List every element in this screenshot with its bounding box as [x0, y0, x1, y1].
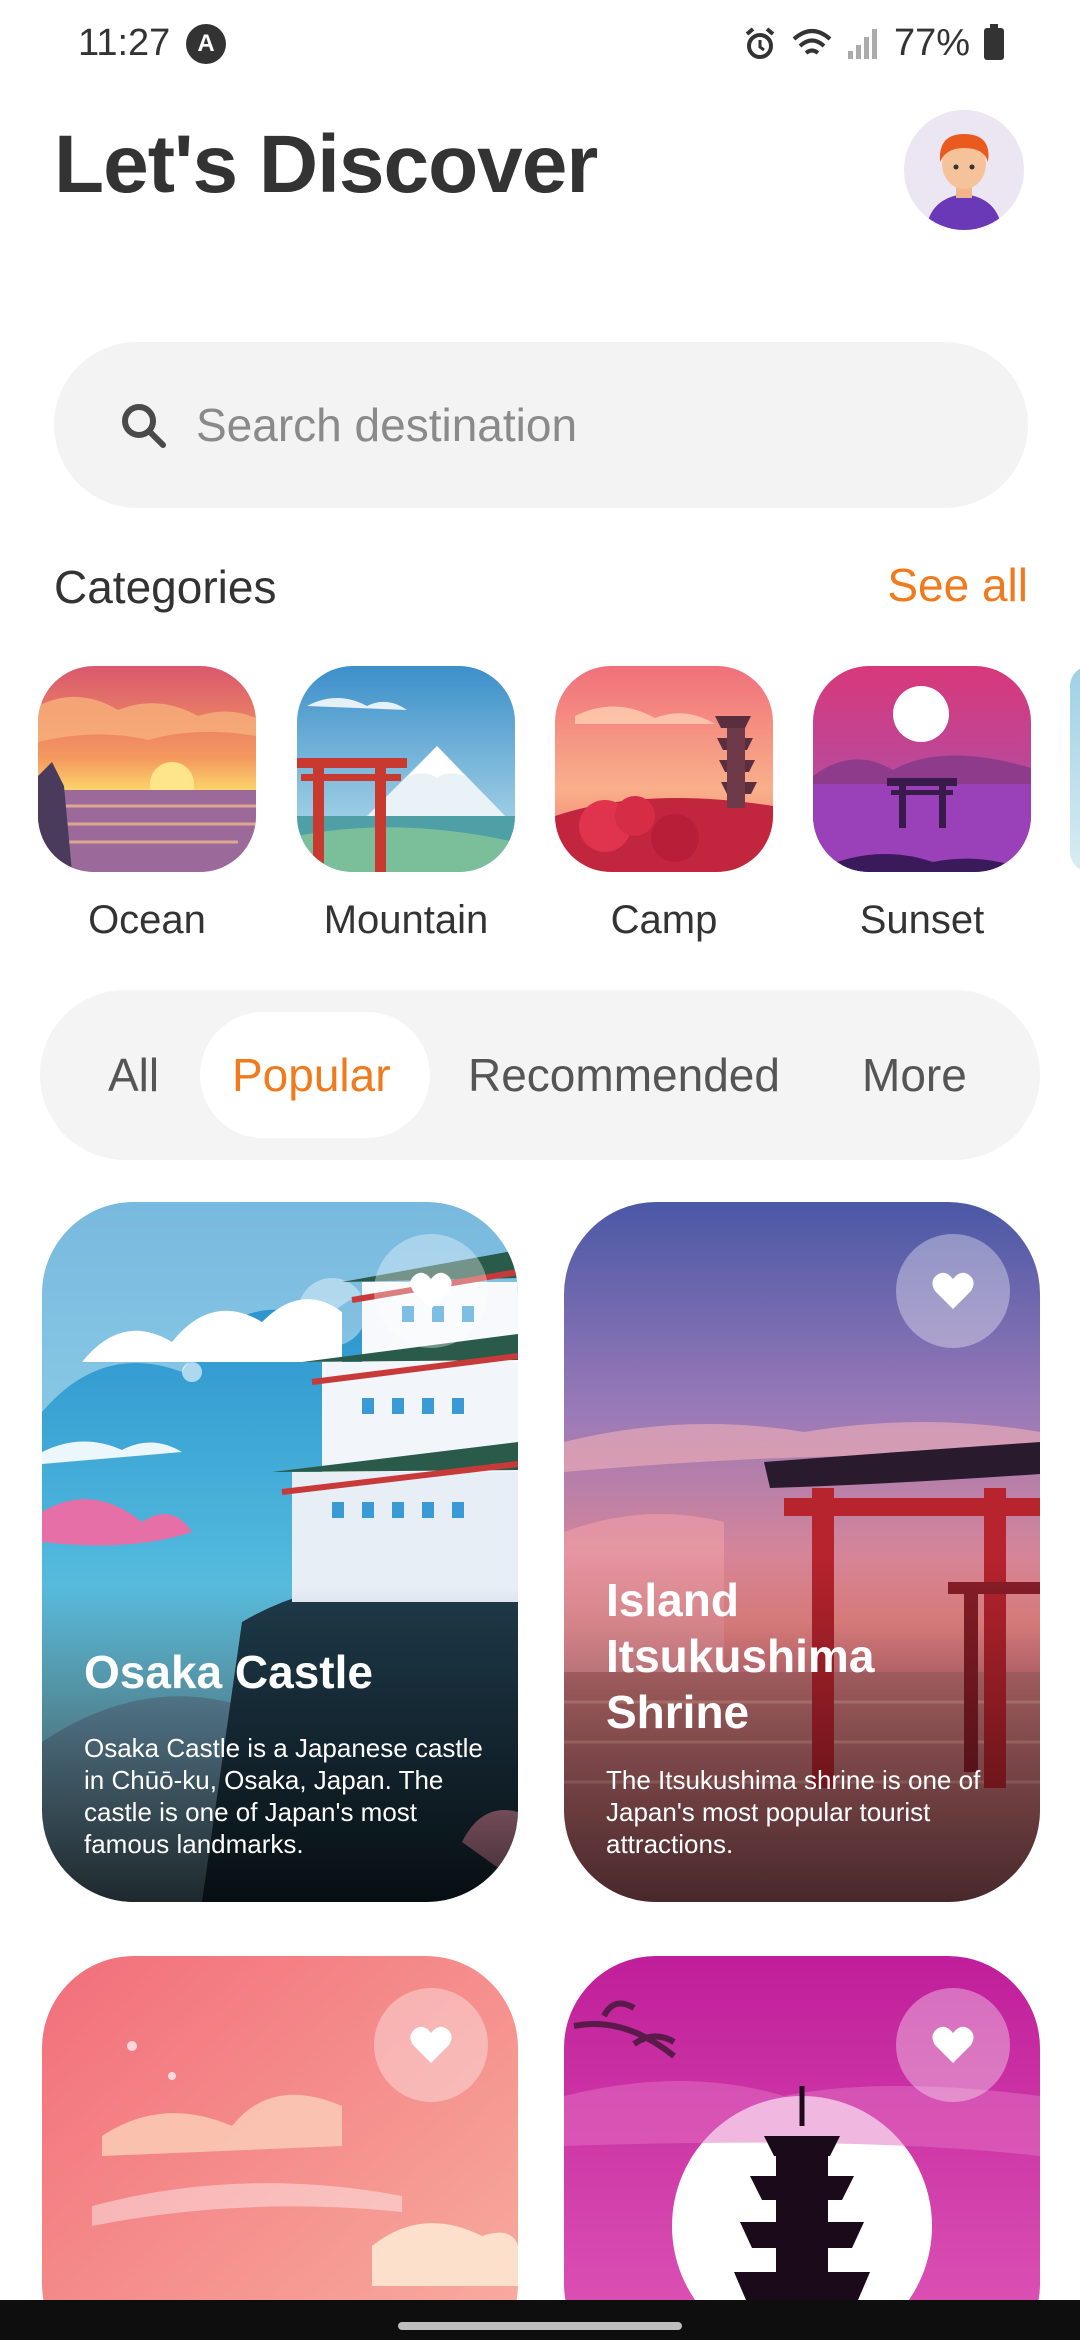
heart-icon: [410, 1272, 452, 1309]
see-all-link[interactable]: See all: [887, 558, 1028, 612]
card-description: The Itsukushima shrine is one of Japan's…: [606, 1765, 981, 1859]
category-label: Ocean: [88, 898, 206, 942]
destination-card-4[interactable]: [564, 1956, 1040, 2340]
battery-icon: [984, 23, 1004, 60]
status-time: 11:27: [78, 22, 171, 64]
tab-recommended[interactable]: Recommended: [468, 990, 780, 1160]
category-ocean[interactable]: Ocean: [38, 666, 256, 943]
category-next-peek[interactable]: [1070, 666, 1080, 872]
favorite-button[interactable]: [374, 1988, 488, 2102]
home-gesture-handle[interactable]: [398, 2322, 682, 2330]
card-description: Osaka Castle is a Japanese castle in Chū…: [84, 1733, 483, 1859]
destination-card-osaka-castle[interactable]: Osaka Castle Osaka Castle is a Japanese …: [42, 1202, 518, 1902]
heart-icon: [410, 2026, 452, 2063]
destination-card-3[interactable]: [42, 1956, 518, 2340]
navigation-badge-icon: A: [186, 24, 226, 64]
tab-all[interactable]: All: [108, 990, 159, 1160]
search-input[interactable]: [196, 398, 956, 452]
favorite-button[interactable]: [896, 1988, 1010, 2102]
card-title-line: Island: [606, 1574, 739, 1626]
avatar[interactable]: [904, 110, 1024, 230]
camp-thumbnail: [555, 666, 773, 872]
category-label: Camp: [610, 898, 718, 942]
user-avatar-icon: [926, 134, 1002, 230]
system-navigation-bar: [0, 2300, 1080, 2340]
favorite-button[interactable]: [374, 1234, 488, 1348]
destination-card-itsukushima-shrine[interactable]: Island Itsukushima Shrine The Itsukushim…: [564, 1202, 1040, 1902]
category-label: Sunset: [859, 898, 985, 942]
filter-tabs: All Popular Recommended More: [40, 990, 1040, 1160]
search-icon: [122, 404, 166, 448]
battery-percentage: 77%: [893, 22, 970, 64]
wifi-icon: [792, 28, 832, 55]
category-mountain[interactable]: Mountain: [297, 666, 515, 943]
category-label: Mountain: [323, 898, 489, 942]
alarm-icon: [745, 26, 775, 59]
page-title: Let's Discover: [54, 119, 598, 210]
status-bar: 11:27 A 77%: [0, 0, 1080, 90]
category-sunset[interactable]: Sunset: [813, 666, 1031, 943]
sunset-thumbnail: [813, 666, 1031, 872]
heart-icon: [932, 1272, 974, 1309]
tab-popular[interactable]: Popular: [232, 990, 391, 1160]
category-camp[interactable]: Camp: [555, 666, 773, 943]
card-title: Island Itsukushima Shrine: [606, 1572, 874, 1740]
favorite-button[interactable]: [896, 1234, 1010, 1348]
categories-title: Categories: [54, 561, 277, 613]
status-indicators: 77%: [742, 22, 1004, 65]
card-title-line: Shrine: [606, 1686, 750, 1738]
tab-more[interactable]: More: [862, 990, 967, 1160]
mountain-thumbnail: [297, 666, 515, 872]
heart-icon: [932, 2026, 974, 2063]
ocean-thumbnail: [38, 666, 256, 872]
card-title-line: Itsukushima: [606, 1630, 875, 1682]
card-title: Osaka Castle: [84, 1646, 373, 1698]
search-bar[interactable]: [54, 342, 1028, 508]
signal-icon: [847, 28, 877, 59]
